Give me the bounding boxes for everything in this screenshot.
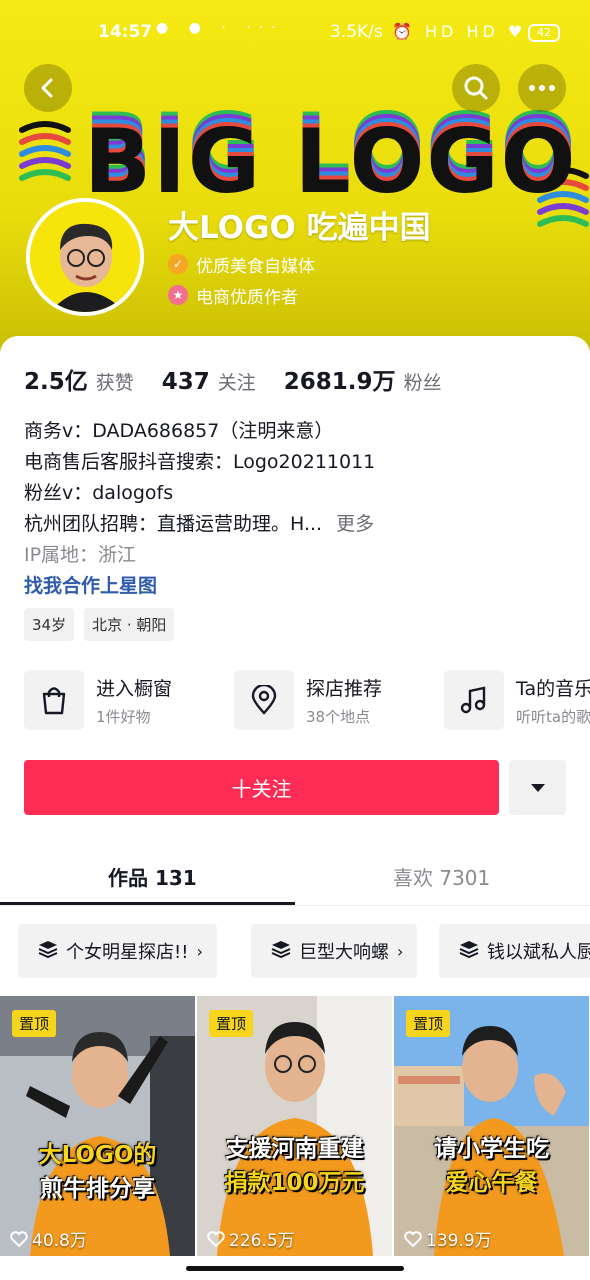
search-button[interactable] <box>452 64 500 112</box>
verified-check-icon: ✓ <box>168 254 188 274</box>
status-bar: 14:57 ● ● · ··· 3.5K/s ⏰ HD HD ♥ 42 <box>0 18 590 50</box>
video-thumbnail[interactable]: 置顶 大LOGO的 煎牛排分享 40.8万 <box>0 996 195 1256</box>
star-badge-icon: ★ <box>168 285 188 305</box>
following-label: 关注 <box>217 372 256 394</box>
avatar-portrait <box>30 202 140 312</box>
banner-text: BIG LOGO <box>84 110 578 213</box>
more-dots-icon <box>529 85 555 91</box>
video-grid: 置顶 大LOGO的 煎牛排分享 40.8万 置顶 支援河南重建 捐款100万元 … <box>0 996 590 1256</box>
followers-count[interactable]: 2681.9万 <box>284 362 396 396</box>
certification-ecommerce: ★ 电商优质作者 <box>168 283 298 308</box>
collection-label: 巨型大响螺 <box>299 942 389 963</box>
pinned-badge: 置顶 <box>209 1010 254 1037</box>
search-icon <box>464 76 488 100</box>
home-indicator[interactable] <box>186 1266 404 1271</box>
feature-subtitle: 1件好物 <box>96 708 151 726</box>
network-speed: 3.5K/s <box>330 22 383 42</box>
bio-line-text: 杭州团队招聘：直播运营助理。H... <box>24 513 323 535</box>
video-likes: 139.9万 <box>404 1226 492 1251</box>
profile-name: 大LOGO 吃遍中国 <box>168 210 431 246</box>
status-icons: ⏰ HD HD ♥ <box>392 22 527 41</box>
battery-icon: 42 <box>528 24 560 42</box>
video-likes: 226.5万 <box>207 1226 295 1251</box>
caption-line: 大LOGO的 <box>38 1142 157 1168</box>
heart-icon <box>207 1230 225 1247</box>
bio: 商务v：DADA686857（注明来意） 电商售后客服抖音搜索：Logo2021… <box>24 416 375 602</box>
video-likes: 40.8万 <box>10 1226 87 1251</box>
music-note-icon <box>444 670 504 730</box>
likes-count: 40.8万 <box>32 1231 87 1251</box>
stats-row: 2.5亿 获赞 437 关注 2681.9万 粉丝 <box>24 362 470 396</box>
feature-subtitle: 38个地点 <box>306 708 371 726</box>
layers-icon <box>459 940 479 963</box>
profile-header: 14:57 ● ● · ··· 3.5K/s ⏰ HD HD ♥ 42 BIG … <box>0 0 590 360</box>
caption-line: 请小学生吃 <box>434 1136 549 1162</box>
feature-subtitle: 听听ta的歌 <box>516 708 590 726</box>
ip-location: IP属地：浙江 <box>24 544 137 566</box>
likes-count: 139.9万 <box>426 1231 492 1251</box>
following-count[interactable]: 437 <box>162 369 210 395</box>
bio-line: 杭州团队招聘：直播运营助理。H... 更多 <box>24 509 375 540</box>
feature-title: 进入橱窗 <box>96 678 173 700</box>
cert-label: 优质美食自媒体 <box>196 256 315 277</box>
status-time: 14:57 <box>98 22 153 42</box>
caption-line: 煎牛排分享 <box>40 1176 155 1202</box>
video-caption: 请小学生吃 爱心午餐 <box>394 1132 589 1200</box>
likes-count[interactable]: 2.5亿 <box>24 362 88 396</box>
back-button[interactable] <box>24 64 72 112</box>
collection-label: 钱以斌私人厨 <box>487 942 590 963</box>
recommend-dropdown-button[interactable] <box>509 760 566 815</box>
chevron-left-icon <box>41 78 53 98</box>
heart-icon <box>404 1230 422 1247</box>
age-tag: 34岁 <box>24 608 75 641</box>
feature-title: 探店推荐 <box>306 678 383 700</box>
feature-title: Ta的音乐 <box>516 678 590 700</box>
collection-label: 个女明星探店!! <box>66 942 189 963</box>
active-tab-indicator <box>0 902 295 905</box>
more-button[interactable] <box>518 64 566 112</box>
collections-row: 个女明星探店!! › 巨型大响螺 › 钱以斌私人厨 <box>18 924 590 978</box>
caption-line: 爱心午餐 <box>445 1170 538 1196</box>
collection-chip[interactable]: 个女明星探店!! › <box>18 924 217 978</box>
caret-down-icon <box>530 783 545 792</box>
followers-label: 粉丝 <box>403 372 442 394</box>
video-caption: 大LOGO的 煎牛排分享 <box>0 1138 195 1206</box>
location-pin-icon <box>234 670 294 730</box>
caption-line: 支援河南重建 <box>225 1136 364 1162</box>
bio-line: 粉丝v：dalogofs <box>24 482 174 504</box>
profile-card: 2.5亿 获赞 437 关注 2681.9万 粉丝 商务v：DADA686857… <box>0 336 590 1280</box>
bio-line: 电商售后客服抖音搜索：Logo20211011 <box>24 451 376 473</box>
shopping-bag-icon <box>24 670 84 730</box>
pinned-badge: 置顶 <box>12 1010 57 1037</box>
star-map-link[interactable]: 找我合作上星图 <box>24 571 375 602</box>
location-tag: 北京 · 朝阳 <box>84 608 175 641</box>
tab-works[interactable]: 作品 131 <box>108 862 197 891</box>
chevron-right-icon: › <box>196 941 203 961</box>
likes-count: 226.5万 <box>229 1231 295 1251</box>
tab-likes[interactable]: 喜欢 7301 <box>393 862 490 891</box>
bio-more-link[interactable]: 更多 <box>336 513 374 535</box>
content-tabs: 作品 131 喜欢 7301 <box>0 848 590 906</box>
collection-chip[interactable]: 钱以斌私人厨 <box>439 924 590 978</box>
profile-tags: 34岁 北京 · 朝阳 <box>24 608 175 641</box>
video-thumbnail[interactable]: 置顶 支援河南重建 捐款100万元 226.5万 <box>197 996 392 1256</box>
chevron-right-icon: › <box>397 941 404 961</box>
pinned-badge: 置顶 <box>406 1010 451 1037</box>
video-caption: 支援河南重建 捐款100万元 <box>197 1132 392 1200</box>
layers-icon <box>38 940 58 963</box>
status-notification-dots: ● ● · ··· <box>156 20 284 36</box>
caption-line: 捐款100万元 <box>224 1170 365 1196</box>
follow-button[interactable]: 十关注 <box>24 760 499 815</box>
heart-icon <box>10 1230 28 1247</box>
avatar[interactable] <box>26 198 144 316</box>
video-thumbnail[interactable]: 置顶 请小学生吃 爱心午餐 139.9万 <box>394 996 589 1256</box>
collection-chip[interactable]: 巨型大响螺 › <box>251 924 418 978</box>
layers-icon <box>271 940 291 963</box>
likes-label: 获赞 <box>95 372 134 394</box>
cert-label: 电商优质作者 <box>196 287 298 308</box>
certification-food-media: ✓ 优质美食自媒体 <box>168 252 315 277</box>
bio-line: 商务v：DADA686857（注明来意） <box>24 420 334 442</box>
feature-entries: 进入橱窗 1件好物 探店推荐 38个地点 Ta的音乐 听听ta的歌 <box>24 670 590 732</box>
